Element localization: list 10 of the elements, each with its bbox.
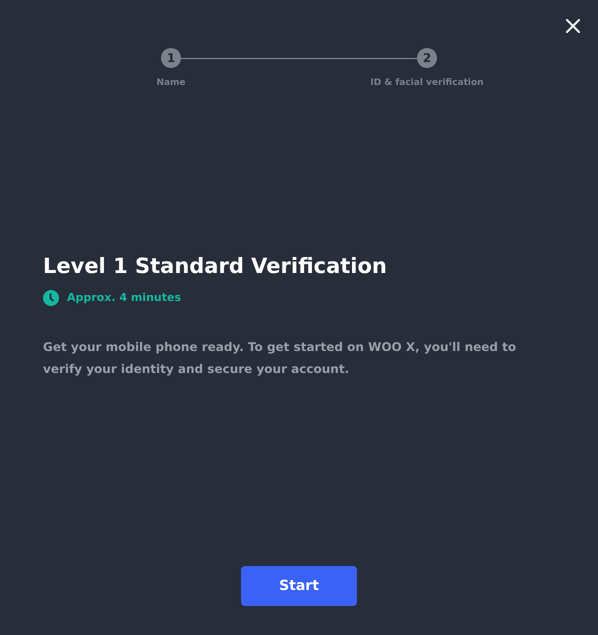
duration: Approx. 4 minutes — [67, 290, 181, 306]
step-label: ID & facial verification — [370, 77, 484, 90]
description: Get your mobile phone ready. To get started on WOO X, you'll need to verify your identity and secure your account. — [43, 339, 518, 378]
title: Level 1 Standard Verification — [43, 252, 388, 280]
step-label: Name — [156, 77, 186, 90]
clock-icon — [43, 290, 59, 306]
step-number: 1 — [161, 48, 181, 68]
close-button[interactable] — [564, 17, 582, 35]
start-button[interactable]: Start — [241, 566, 357, 606]
step-number: 2 — [417, 48, 437, 68]
